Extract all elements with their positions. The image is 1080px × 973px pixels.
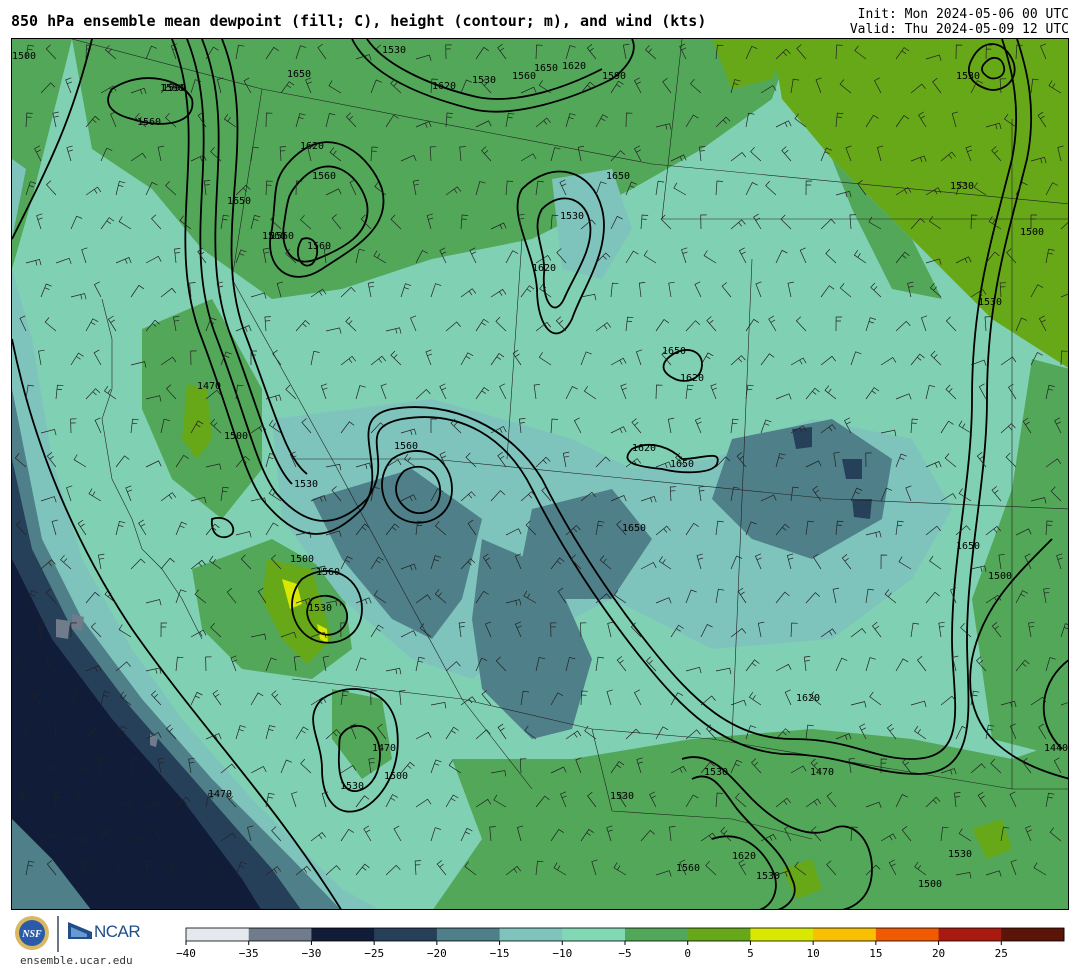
contour-label: 1530 <box>956 71 980 82</box>
map-panel: 1590 1560 1530 1650 1620 1650 1530 1560 … <box>11 38 1069 910</box>
colorbar-tick-label: 15 <box>869 947 882 960</box>
contour-label: 1650 <box>606 171 630 182</box>
contour-label: 1560 <box>270 231 294 242</box>
contour-label: 1560 <box>394 441 418 452</box>
contour-label: 1560 <box>512 71 536 82</box>
contour-label: 1500 <box>290 554 314 565</box>
chart-title: 850 hPa ensemble mean dewpoint (fill; C)… <box>11 12 707 30</box>
colorbar-block <box>750 928 814 941</box>
colorbar-block <box>625 928 689 941</box>
site-url: ensemble.ucar.edu <box>20 954 133 967</box>
colorbar: −40 −35 −30 −25 −20 −15 −10 −5 0 5 10 15 20 25 <box>176 927 1065 960</box>
contour-label: 1470 <box>810 767 834 778</box>
colorbar-block <box>562 928 626 941</box>
map-canvas: 1590 1560 1530 1650 1620 1650 1530 1560 … <box>12 39 1068 909</box>
init-time: Init: Mon 2024-05-06 00 UTC <box>857 7 1069 22</box>
colorbar-ticks: −40 −35 −30 −25 −20 −15 −10 −5 0 5 10 15 20 25 <box>176 941 1008 960</box>
colorbar-block <box>436 928 501 941</box>
dewpoint-fill <box>12 39 1068 909</box>
colorbar-block <box>374 928 438 941</box>
contour-label: 1470 <box>372 743 396 754</box>
colorbar-tick-label: −5 <box>618 947 631 960</box>
contour-label: 1500 <box>224 431 248 442</box>
colorbar-block <box>1001 928 1065 941</box>
colorbar-tick-label: 10 <box>807 947 820 960</box>
contour-label: 1650 <box>227 196 251 207</box>
colorbar-tick-label: −10 <box>552 947 572 960</box>
contour-label: 1560 <box>316 567 340 578</box>
contour-label: 1440 <box>1044 743 1068 754</box>
contour-label: 1620 <box>680 373 704 384</box>
colorbar-block <box>687 928 751 941</box>
contour-label: 1560 <box>312 171 336 182</box>
contour-label: 1650 <box>534 63 558 74</box>
contour-label: 1500 <box>988 571 1012 582</box>
contour-label: 1590 <box>602 71 626 82</box>
colorbar-tick-label: −20 <box>427 947 447 960</box>
colorbar-tick-label: −25 <box>364 947 384 960</box>
contour-label: 1530 <box>704 767 728 778</box>
colorbar-tick-label: 20 <box>932 947 945 960</box>
contour-label: 1650 <box>670 459 694 470</box>
logo-divider <box>57 916 59 952</box>
colorbar-tick-label: −30 <box>301 947 321 960</box>
colorbar-block <box>186 928 250 941</box>
contour-label: 1530 <box>948 849 972 860</box>
valid-time: Valid: Thu 2024-05-09 12 UTC <box>849 22 1069 37</box>
contour-label: 1620 <box>432 81 456 92</box>
contour-label: 1560 <box>307 241 331 252</box>
contour-label: 1620 <box>562 61 586 72</box>
time-info: Init: Mon 2024-05-06 00 UTC Valid: Thu 2… <box>850 7 1069 37</box>
colorbar-block <box>938 928 1002 941</box>
contour-label: 1500 <box>384 771 408 782</box>
contour-label: 1650 <box>956 541 980 552</box>
contour-label: 1620 <box>796 693 820 704</box>
colorbar-block <box>813 928 877 941</box>
contour-label: 1470 <box>197 381 221 392</box>
colorbar-blocks <box>186 928 1065 941</box>
contour-label: 1530 <box>382 45 406 56</box>
ncar-logo-text: NCAR <box>94 922 141 941</box>
contour-label: 1500 <box>12 51 36 62</box>
contour-label: 1650 <box>287 69 311 80</box>
contour-label: 1530 <box>978 297 1002 308</box>
contour-label: 1650 <box>622 523 646 534</box>
contour-label: 1500 <box>918 879 942 890</box>
colorbar-tick-label: −15 <box>490 947 510 960</box>
contour-label: 1530 <box>756 871 780 882</box>
colorbar-block <box>875 928 940 941</box>
colorbar-block <box>248 928 312 941</box>
contour-label: 1530 <box>308 603 332 614</box>
contour-label: 1620 <box>732 851 756 862</box>
contour-label: 1620 <box>532 263 556 274</box>
nsf-seal-icon: NSF <box>15 916 49 950</box>
colorbar-tick-label: −40 <box>176 947 196 960</box>
contour-label: 1530 <box>560 211 584 222</box>
colorbar-block <box>499 928 563 941</box>
branding: NSF NCAR ensemble.ucar.edu <box>12 912 162 970</box>
contour-label: 1620 <box>632 443 656 454</box>
contour-label: 1530 <box>294 479 318 490</box>
ncar-mark-icon <box>68 922 92 939</box>
contour-label: 1530 <box>340 781 364 792</box>
contour-label: 1500 <box>1020 227 1044 238</box>
colorbar-tick-label: 0 <box>684 947 691 960</box>
colorbar-tick-label: 25 <box>995 947 1008 960</box>
contour-label: 1560 <box>676 863 700 874</box>
seal-text: NSF <box>21 929 42 940</box>
colorbar-tick-label: 5 <box>747 947 754 960</box>
colorbar-tick-label: −35 <box>239 947 259 960</box>
colorbar-block <box>311 928 375 941</box>
